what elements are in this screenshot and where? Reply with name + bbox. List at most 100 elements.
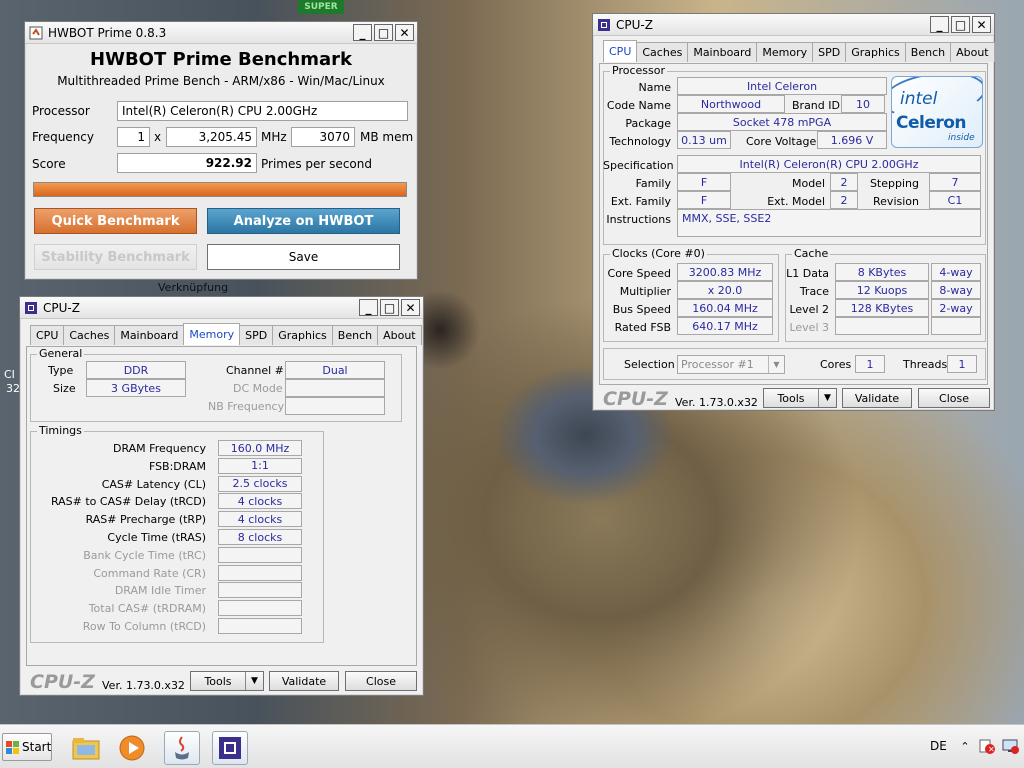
tools-button[interactable]: Tools ▼ [190, 671, 264, 691]
window-title: HWBOT Prime 0.8.3 [48, 25, 167, 40]
java-app-icon[interactable] [164, 731, 200, 765]
tab-memory[interactable]: Memory [183, 323, 241, 345]
type-label: Type [48, 364, 74, 377]
show-hidden-icons-icon[interactable]: ⌃ [958, 737, 972, 755]
tab-cpu[interactable]: CPU [30, 325, 65, 345]
maximize-icon[interactable]: □ [951, 16, 970, 33]
timing-value [218, 546, 302, 563]
inside-logo-text: inside [948, 133, 975, 143]
save-button[interactable]: Save [207, 244, 400, 270]
nbfreq-label: NB Frequency [208, 400, 285, 413]
close-icon[interactable]: ✕ [972, 16, 991, 33]
stepping-label: Stepping [869, 177, 919, 190]
dropdown-arrow-icon[interactable]: ▼ [818, 389, 836, 407]
l3-way-field [931, 317, 981, 335]
timing-value [218, 618, 302, 634]
tab-spd[interactable]: SPD [239, 325, 274, 345]
voltage-label: Core Voltage [746, 135, 817, 148]
group-title: Cache [792, 247, 831, 260]
timing-label: FSB:DRAM [148, 459, 206, 473]
l2-label: Level 2 [789, 303, 829, 316]
tab-bench[interactable]: Bench [331, 325, 379, 345]
close-icon[interactable]: ✕ [401, 299, 420, 316]
timing-value: 1:1 [218, 457, 302, 474]
tab-graphics[interactable]: Graphics [845, 42, 906, 62]
score-label: Score [32, 157, 66, 171]
hwbot-titlebar[interactable]: HWBOT Prime 0.8.3 _ □ ✕ [25, 22, 417, 44]
network-status-icon[interactable] [1002, 737, 1020, 755]
chevron-down-icon[interactable]: ▼ [768, 356, 784, 373]
tab-memory[interactable]: Memory [756, 42, 814, 62]
size-label: Size [53, 382, 76, 395]
maximize-icon[interactable]: □ [374, 24, 393, 41]
timing-value: 160.0 MHz [218, 440, 302, 456]
selection-dropdown[interactable]: Processor #1 ▼ [677, 355, 785, 374]
timing-label: Command Rate (CR) [93, 566, 206, 580]
close-button[interactable]: Close [345, 671, 417, 691]
ratedfsb-field: 640.17 MHz [677, 317, 773, 335]
timing-value [218, 600, 302, 617]
instructions-label: Instructions [606, 213, 671, 226]
tab-mainboard[interactable]: Mainboard [114, 325, 185, 345]
windows-logo-icon [6, 740, 19, 754]
action-center-icon[interactable]: ✕ [978, 737, 996, 755]
package-label: Package [625, 117, 671, 130]
minimize-icon[interactable]: _ [353, 24, 372, 41]
media-player-icon[interactable] [114, 731, 150, 765]
tab-strip: CPU Caches Mainboard Memory SPD Graphics… [30, 323, 422, 345]
timing-label: Row To Column (tRCD) [82, 620, 206, 633]
desktop-icon-label[interactable]: Verknüpfung [158, 281, 228, 294]
analyze-hwbot-button[interactable]: Analyze on HWBOT [207, 208, 400, 234]
tab-caches[interactable]: Caches [636, 42, 689, 62]
tab-cpu[interactable]: CPU [603, 40, 638, 62]
hwbot-app-icon [29, 26, 43, 40]
family-label: Family [635, 177, 671, 190]
dropdown-arrow-icon[interactable]: ▼ [245, 672, 263, 690]
tab-caches[interactable]: Caches [63, 325, 116, 345]
close-icon[interactable]: ✕ [395, 24, 414, 41]
tab-mainboard[interactable]: Mainboard [687, 42, 758, 62]
tab-about[interactable]: About [950, 42, 995, 62]
stability-benchmark-button[interactable]: Stability Benchmark [34, 244, 197, 270]
start-label: Start [22, 740, 52, 754]
tools-button[interactable]: Tools ▼ [763, 388, 837, 408]
tab-bench[interactable]: Bench [904, 42, 952, 62]
tools-button-label: Tools [777, 391, 805, 405]
selection-value: Processor #1 [681, 358, 754, 371]
start-button[interactable]: Start [2, 733, 52, 761]
hwbot-heading: HWBOT Prime Benchmark [90, 49, 352, 70]
timing-label: DRAM Idle Timer [114, 584, 206, 598]
timing-value: 8 clocks [218, 529, 302, 545]
cpuz-taskbar-icon[interactable] [212, 731, 248, 765]
desktop-edge-text: CI [4, 368, 15, 381]
validate-button[interactable]: Validate [269, 671, 339, 691]
timing-label: CAS# Latency (CL) [101, 477, 206, 491]
cpuz-memory-titlebar[interactable]: CPU-Z _ □ ✕ [20, 297, 423, 319]
package-field: Socket 478 mPGA [677, 113, 887, 131]
maximize-icon[interactable]: □ [380, 299, 399, 316]
version-label: Ver. 1.73.0.x32 [102, 679, 185, 692]
multiplier-field: x 20.0 [677, 281, 773, 299]
tab-about[interactable]: About [377, 325, 422, 345]
nbfreq-field [285, 397, 385, 415]
tab-graphics[interactable]: Graphics [272, 325, 333, 345]
close-button[interactable]: Close [918, 388, 990, 408]
l3-label: Level 3 [789, 321, 829, 334]
voltage-field: 1.696 V [817, 131, 887, 149]
explorer-folder-icon[interactable] [68, 731, 104, 765]
channel-label: Channel # [226, 364, 284, 377]
extfamily-label: Ext. Family [610, 195, 671, 208]
language-indicator[interactable]: DE [930, 739, 947, 753]
revision-field: C1 [929, 191, 981, 209]
minimize-icon[interactable]: _ [359, 299, 378, 316]
instructions-field: MMX, SSE, SSE2 [677, 209, 981, 237]
group-title: General [37, 347, 85, 360]
desktop-shortcut-label[interactable]: SUPER [298, 0, 344, 14]
cpuz-cpu-titlebar[interactable]: CPU-Z _ □ ✕ [593, 14, 994, 36]
quick-benchmark-button[interactable]: Quick Benchmark [34, 208, 197, 234]
tab-spd[interactable]: SPD [812, 42, 847, 62]
cpuz-brand-logo: CPU-Z [30, 671, 95, 693]
family-field: F [677, 173, 731, 191]
minimize-icon[interactable]: _ [930, 16, 949, 33]
validate-button[interactable]: Validate [842, 388, 912, 408]
